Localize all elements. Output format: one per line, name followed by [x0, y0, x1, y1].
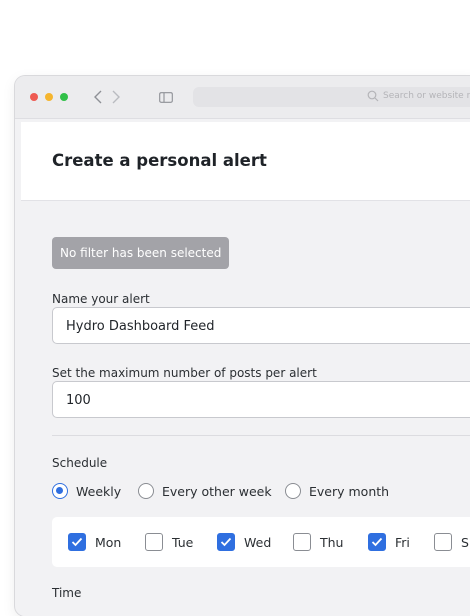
day-checkbox-tue[interactable]: Tue	[145, 532, 193, 552]
checkbox-box	[145, 533, 163, 551]
day-checkbox-mon[interactable]: Mon	[68, 532, 121, 552]
radio-circle	[138, 483, 154, 499]
sidebar-toggle-icon[interactable]	[155, 88, 177, 106]
max-posts-input[interactable]: 100	[52, 381, 470, 418]
radio-circle	[52, 483, 68, 499]
minimize-window-button[interactable]	[45, 93, 53, 101]
day-label: Tue	[172, 534, 194, 550]
radio-circle	[285, 483, 301, 499]
search-icon	[367, 90, 379, 105]
chevron-right-icon[interactable]	[109, 87, 123, 106]
day-label: Fri	[395, 534, 410, 550]
day-label: Thu	[320, 534, 344, 550]
browser-window: Search or website name Create a personal…	[15, 76, 470, 616]
page-content: Create a personal alert No filter has be…	[21, 122, 470, 616]
day-checkbox-fri[interactable]: Fri	[368, 532, 410, 552]
day-checkbox-thu[interactable]: Thu	[293, 532, 343, 552]
filter-status-badge: No filter has been selected	[52, 237, 230, 269]
checkbox-box	[293, 533, 311, 551]
max-posts-label: Set the maximum number of posts per aler…	[52, 366, 317, 380]
schedule-label: Schedule	[52, 456, 108, 470]
radio-label: Every other week	[162, 483, 272, 499]
page-header: Create a personal alert	[21, 122, 470, 201]
radio-weekly[interactable]: Weekly	[52, 481, 121, 501]
radio-label: Every month	[309, 483, 390, 499]
time-label: Time	[52, 586, 82, 600]
maximize-window-button[interactable]	[60, 93, 68, 101]
address-bar-placeholder: Search or website name	[383, 91, 470, 101]
checkmark-icon	[68, 533, 86, 551]
day-label: Wed	[244, 534, 272, 550]
chevron-left-icon[interactable]	[91, 87, 105, 106]
radio-every-other-week[interactable]: Every other week	[138, 481, 272, 501]
day-checkbox-wed[interactable]: Wed	[217, 532, 271, 552]
checkmark-icon	[368, 533, 386, 551]
day-checkbox-sat[interactable]: S	[434, 532, 469, 552]
browser-toolbar: Search or website name	[15, 76, 470, 119]
address-bar[interactable]: Search or website name	[193, 87, 470, 107]
alert-name-label: Name your alert	[52, 292, 150, 306]
close-window-button[interactable]	[30, 93, 38, 101]
checkmark-icon	[217, 533, 235, 551]
days-panel: Mon Tue Wed Thu Fri S	[52, 517, 470, 567]
radio-label: Weekly	[76, 483, 122, 499]
section-divider	[52, 435, 470, 436]
day-label: S	[461, 534, 469, 550]
page-title: Create a personal alert	[52, 151, 267, 170]
checkbox-box	[434, 533, 452, 551]
radio-every-month[interactable]: Every month	[285, 481, 389, 501]
alert-name-input[interactable]: Hydro Dashboard Feed	[52, 307, 470, 344]
day-label: Mon	[95, 534, 122, 550]
